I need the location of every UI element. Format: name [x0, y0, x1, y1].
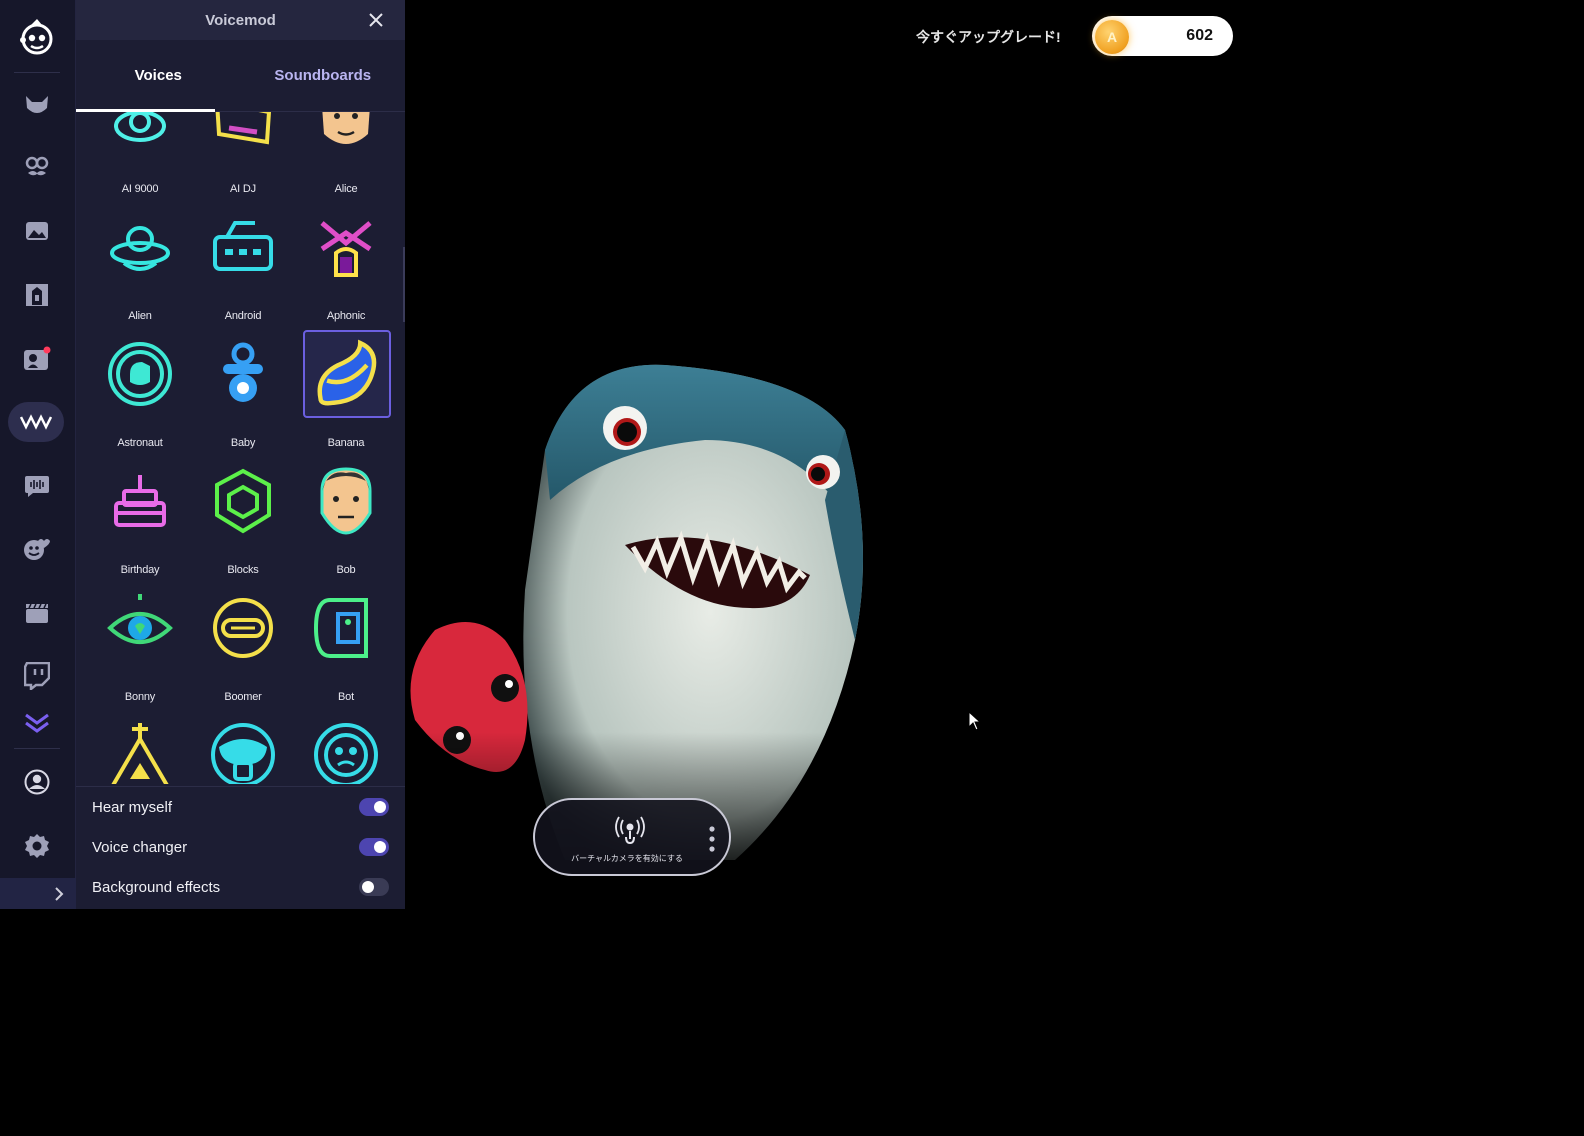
bot-voice-icon — [308, 590, 384, 666]
ai-dj-voice-icon — [205, 112, 281, 158]
voice-item-aphonic[interactable]: Aphonic — [296, 199, 396, 327]
voice-item-voice-17[interactable] — [193, 707, 293, 784]
aphonic-voice-icon — [308, 209, 384, 285]
fox-avatar-icon[interactable] — [18, 86, 56, 124]
door-icon[interactable] — [18, 276, 56, 314]
user-account-icon[interactable] — [18, 763, 56, 801]
voicemod-logo-icon[interactable] — [16, 16, 58, 58]
left-rail — [0, 0, 76, 909]
voice-label: Alice — [334, 183, 358, 195]
alien-voice-icon — [102, 209, 178, 285]
voices-panel: Voicemod Voices Soundboards AI 9000 AI DJ… — [76, 0, 405, 909]
voice-label: Aphonic — [326, 310, 366, 322]
voice-18-voice-icon — [308, 717, 384, 784]
rail-divider-2 — [14, 748, 60, 749]
voicelab-icon[interactable] — [8, 402, 64, 442]
ai-9000-voice-icon — [102, 112, 178, 158]
setting-background-effects: Background effects — [76, 867, 405, 907]
voice-item-boomer[interactable]: Boomer — [193, 580, 293, 708]
voice-item-bob[interactable]: Bob — [296, 453, 396, 581]
setting-label: Background effects — [92, 879, 221, 896]
voice-grid-viewport: AI 9000 AI DJ Alice Alien Android Aphonic Astr… — [76, 112, 405, 784]
voice-label: Birthday — [120, 564, 160, 576]
voice-label: AI DJ — [230, 183, 256, 195]
voice-grid-scrollbar[interactable] — [403, 247, 405, 322]
voice-item-alien[interactable]: Alien — [90, 199, 190, 327]
voice-label: Astronaut — [117, 437, 163, 449]
mouse-cursor-icon — [968, 711, 982, 731]
voice-item-ai-9000[interactable]: AI 9000 — [90, 112, 190, 200]
voice-label: AI 9000 — [121, 183, 159, 195]
tab-soundboards[interactable]: Soundboards — [241, 40, 406, 111]
voice-label: Alien — [128, 310, 152, 322]
background-effects-toggle[interactable] — [359, 878, 389, 896]
voice-item-baby[interactable]: Baby — [193, 326, 293, 454]
setting-voice-changer: Voice changer — [76, 827, 405, 867]
voice-settings: Hear myself Voice changer Background eff… — [76, 786, 405, 907]
voice-item-voice-16[interactable] — [90, 707, 190, 784]
chevron-right-icon — [55, 886, 64, 901]
voice-label: Baby — [230, 437, 256, 449]
voice-label: Bot — [338, 691, 354, 703]
blocks-voice-icon — [205, 463, 281, 539]
hear-myself-toggle[interactable] — [359, 798, 389, 816]
voice-item-bonny[interactable]: Bonny — [90, 580, 190, 708]
clapperboard-icon[interactable] — [18, 594, 56, 632]
coin-balance[interactable]: A 602 — [1092, 16, 1233, 56]
voice-lines-icon[interactable] — [18, 467, 56, 505]
more-options-icon[interactable] — [709, 826, 715, 852]
boomer-voice-icon — [205, 590, 281, 666]
setting-hear-myself: Hear myself — [76, 787, 405, 827]
birthday-voice-icon — [102, 463, 178, 539]
voice-changer-toggle[interactable] — [359, 838, 389, 856]
voice-item-blocks[interactable]: Blocks — [193, 453, 293, 581]
expand-rail-button[interactable] — [0, 878, 76, 909]
close-icon[interactable] — [365, 9, 387, 31]
heart-smile-icon[interactable] — [18, 530, 56, 568]
coin-count: 602 — [1186, 27, 1213, 44]
setting-label: Voice changer — [92, 839, 188, 856]
banana-voice-icon — [303, 330, 391, 418]
voice-label: Banana — [327, 437, 365, 449]
voice-item-birthday[interactable]: Birthday — [90, 453, 190, 581]
alice-voice-icon — [308, 112, 384, 158]
twitch-icon[interactable] — [18, 657, 56, 695]
voice-17-voice-icon — [205, 717, 281, 784]
voice-item-voice-18[interactable] — [296, 707, 396, 784]
virtual-camera-label: バーチャルカメラを有効にする — [571, 854, 683, 863]
panel-tabs: Voices Soundboards — [76, 40, 405, 112]
meme-camera-icon[interactable] — [18, 340, 56, 378]
astronaut-voice-icon — [102, 336, 178, 412]
voice-label: Bob — [336, 564, 356, 576]
bonny-voice-icon — [102, 590, 178, 666]
settings-gear-icon[interactable] — [18, 827, 56, 865]
voice-label: Bonny — [124, 691, 156, 703]
panel-header: Voicemod — [76, 0, 405, 40]
setting-label: Hear myself — [92, 799, 173, 816]
bob-voice-icon — [308, 463, 384, 539]
virtual-camera-button[interactable]: バーチャルカメラを有効にする — [533, 798, 731, 876]
broadcast-camera-icon — [615, 816, 645, 845]
voice-item-android[interactable]: Android — [193, 199, 293, 327]
voice-label: Boomer — [224, 691, 262, 703]
image-icon[interactable] — [18, 212, 56, 250]
rail-divider — [14, 72, 60, 73]
coin-icon: A — [1095, 20, 1129, 54]
voice-item-ai-dj[interactable]: AI DJ — [193, 112, 293, 200]
baby-voice-icon — [205, 336, 281, 412]
voice-item-banana[interactable]: Banana — [296, 326, 396, 454]
panel-title: Voicemod — [205, 11, 276, 29]
voice-item-alice[interactable]: Alice — [296, 112, 396, 200]
voice-item-bot[interactable]: Bot — [296, 580, 396, 708]
android-voice-icon — [205, 209, 281, 285]
voice-label: Android — [224, 310, 262, 322]
mustache-mask-icon[interactable] — [18, 148, 56, 186]
voice-16-voice-icon — [102, 717, 178, 784]
upgrade-link[interactable]: 今すぐアップグレード! — [916, 27, 1061, 47]
voice-label: Blocks — [227, 564, 259, 576]
tab-voices[interactable]: Voices — [76, 40, 241, 111]
double-chevron-icon[interactable] — [18, 704, 56, 742]
voice-item-astronaut[interactable]: Astronaut — [90, 326, 190, 454]
